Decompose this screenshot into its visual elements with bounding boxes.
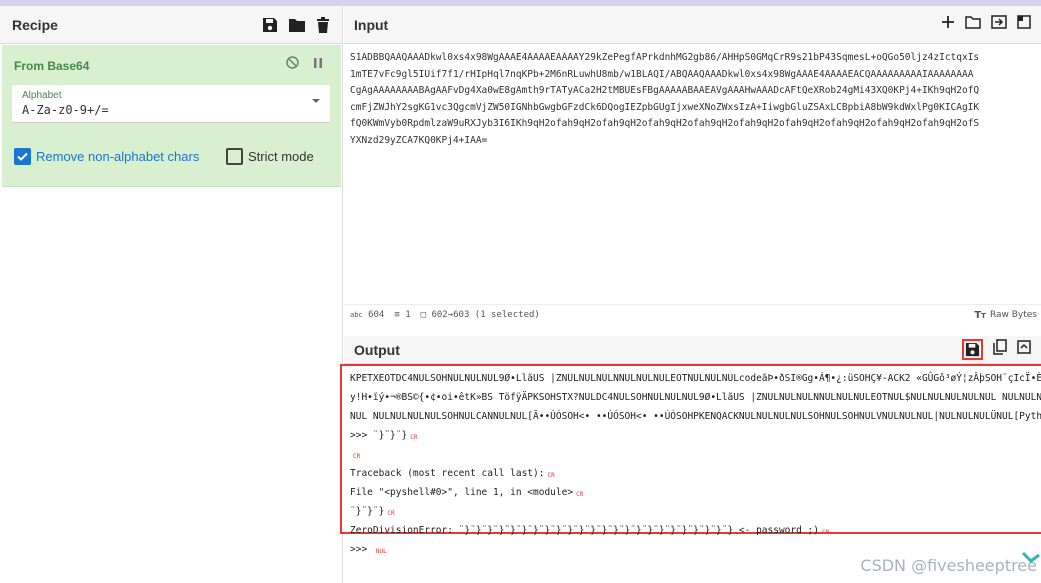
input-line: CgAgAAAAAAAABAgAAFvDg4Xa0wE8gAmth9rTATyA… [350, 85, 980, 96]
raw-bytes-toggle[interactable]: TT Raw Bytes [974, 305, 1037, 325]
recipe-pane: Recipe From Base64 Alphabet A-Za-z0-9+/=… [0, 6, 343, 583]
output-line-text: ¨}¨}¨} [350, 506, 385, 517]
checkbox-checked-icon[interactable] [14, 148, 31, 165]
input-line: 1mTE7vFc9gl5IUif7f1/rHIpHql7nqKPb+2M6nRL… [350, 68, 974, 80]
output-header: Output [344, 336, 1041, 364]
input-line: fQ0KWmVyb0RpdmlzaW9uRXJyb3I6IKh9qH2ofah9… [350, 118, 980, 129]
output-line-text: y!H•ïý•¬®BS©{•¢•oi•êtK»BS TöfÿÄPKSOHSTX?… [350, 392, 1041, 403]
pause-icon[interactable] [313, 56, 323, 74]
raw-bytes-label: Raw Bytes [989, 310, 1037, 320]
text-format-icon: TT [974, 309, 986, 321]
strict-mode-label: Strict mode [248, 149, 314, 164]
watermark: CSDN @fivesheeptree [860, 556, 1037, 575]
output-highlight-box: KPETXEOTDC4NULSOHNULNULNUL9Ø•LlãUS |ZNUL… [340, 364, 1041, 555]
output-line-text: >>> ¨}¨}¨} [350, 430, 408, 441]
input-line: S1ADBBQAAQAAADkwl0xs4x98WgAAAE4AAAAEAAAA… [350, 52, 980, 63]
disable-icon[interactable] [286, 56, 299, 74]
recipe-toolbar [262, 16, 330, 33]
input-line: cmFjZWJhY2sgKG1vc3QgcmVjZW50IGNhbGwgbGFz… [350, 101, 980, 113]
output-line-text: KPETXEOTDC4NULSOHNULNULNUL9Ø•LlãUS |ZNUL… [350, 373, 1041, 384]
plus-icon[interactable] [941, 15, 955, 34]
remove-non-alphabet-label: Remove non-alphabet chars [36, 149, 200, 164]
save-icon[interactable] [262, 17, 278, 33]
output-line-text: Traceback (most recent call last): [350, 468, 545, 479]
output-line: File "<pyshell#0>", line 1, in <module> C… [350, 484, 1033, 503]
alphabet-select[interactable]: Alphabet A-Za-z0-9+/= [12, 85, 330, 123]
copy-icon[interactable] [993, 339, 1007, 360]
abc-icon: abc [350, 310, 363, 319]
recipe-header: Recipe [0, 6, 342, 44]
output-line: KPETXEOTDC4NULSOHNULNULNUL9Ø•LlãUS |ZNUL… [350, 370, 1041, 389]
lines-value: 1 [405, 309, 411, 320]
length-stat: abc 604 [350, 310, 384, 320]
output-line: >>> ¨}¨}¨} CR [350, 427, 1033, 446]
alphabet-value: A-Za-z0-9+/= [22, 103, 109, 117]
line-ending-marker: CR [822, 529, 830, 536]
line-ending-marker: CR [410, 434, 418, 441]
output-line-text: >>> [350, 544, 373, 555]
line-ending-marker: NUL [375, 548, 387, 555]
recipe-title: Recipe [12, 16, 58, 33]
new-tab-icon[interactable] [1017, 15, 1031, 34]
open-folder-icon[interactable] [965, 15, 981, 34]
output-line-text: File "<pyshell#0>", line 1, in <module> [350, 487, 574, 498]
output-line-text: NUL NULNULNULNULSOHNULCANNULNUL[Ã••ÚÓSOH… [350, 411, 1041, 422]
output-line: ¨}¨}¨} CR [350, 503, 1033, 522]
replace-input-icon[interactable] [1017, 340, 1031, 359]
output-pane: Output KPETXEOTDC4NULSOHNULNULNUL9Ø•LlãU… [340, 336, 1041, 583]
input-line: YXNzd29yZCA7KQ0KPj4+IAA= [350, 134, 488, 146]
line-ending-marker: CR [387, 510, 395, 517]
selection-value: 602→603 (1 selected) [431, 309, 540, 320]
input-header: Input [344, 6, 1041, 44]
folder-icon[interactable] [288, 17, 306, 33]
input-pane: Input S1ADBBQAAQAAADkwl0xs4x98WgAAAE4AAA… [344, 6, 1041, 336]
output-title: Output [354, 341, 400, 358]
lines-icon: ≡ [394, 309, 400, 320]
selection-stat: □ 602→603 (1 selected) [421, 310, 540, 320]
input-textarea[interactable]: S1ADBBQAAQAAADkwl0xs4x98WgAAAE4AAAAEAAAA… [350, 50, 1041, 149]
output-textarea[interactable]: KPETXEOTDC4NULSOHNULNULNUL9Ø•LlãUS |ZNUL… [342, 366, 1041, 564]
output-line: NUL NULNULNULNULSOHNULCANNULNUL[Ã••ÚÓSOH… [350, 408, 1041, 427]
operation-controls [286, 56, 323, 74]
length-value: 604 [368, 309, 385, 320]
operation-title: From Base64 [14, 59, 90, 73]
output-line: y!H•ïý•¬®BS©{•¢•oi•êtK»BS TöfÿÄPKSOHSTX?… [350, 389, 1041, 408]
input-stats-bar: abc 604 ≡ 1 □ 602→603 (1 selected) TT Ra… [344, 304, 1041, 324]
chevron-down-icon [312, 99, 320, 103]
lines-stat: ≡ 1 [394, 310, 410, 320]
corner-decoration-icon [1021, 551, 1040, 563]
line-ending-marker: CR [576, 491, 584, 498]
output-line: CR [350, 446, 1033, 465]
output-toolbar [962, 339, 1031, 360]
operation-from-base64[interactable]: From Base64 Alphabet A-Za-z0-9+/= Remove… [2, 45, 341, 187]
input-toolbar [941, 15, 1031, 34]
line-ending-marker: CR [353, 453, 361, 460]
checkbox-unchecked-icon[interactable] [226, 148, 243, 165]
strict-mode-checkbox[interactable]: Strict mode [226, 148, 314, 165]
remove-non-alphabet-checkbox[interactable]: Remove non-alphabet chars [14, 148, 199, 165]
output-line: ZeroDivisionError: ¨}¨}¨}¨}¨}¨}¨}¨}¨}¨}¨… [350, 522, 1033, 541]
output-line: Traceback (most recent call last): CR [350, 465, 1033, 484]
input-title: Input [354, 16, 389, 33]
save-output-icon[interactable] [962, 339, 983, 360]
open-input-icon[interactable] [991, 15, 1007, 34]
line-ending-marker: CR [547, 472, 555, 479]
alphabet-label: Alphabet [22, 90, 62, 101]
output-line-text: ZeroDivisionError: ¨}¨}¨}¨}¨}¨}¨}¨}¨}¨}¨… [350, 525, 819, 536]
selection-icon: □ [420, 309, 427, 320]
trash-icon[interactable] [316, 16, 330, 33]
